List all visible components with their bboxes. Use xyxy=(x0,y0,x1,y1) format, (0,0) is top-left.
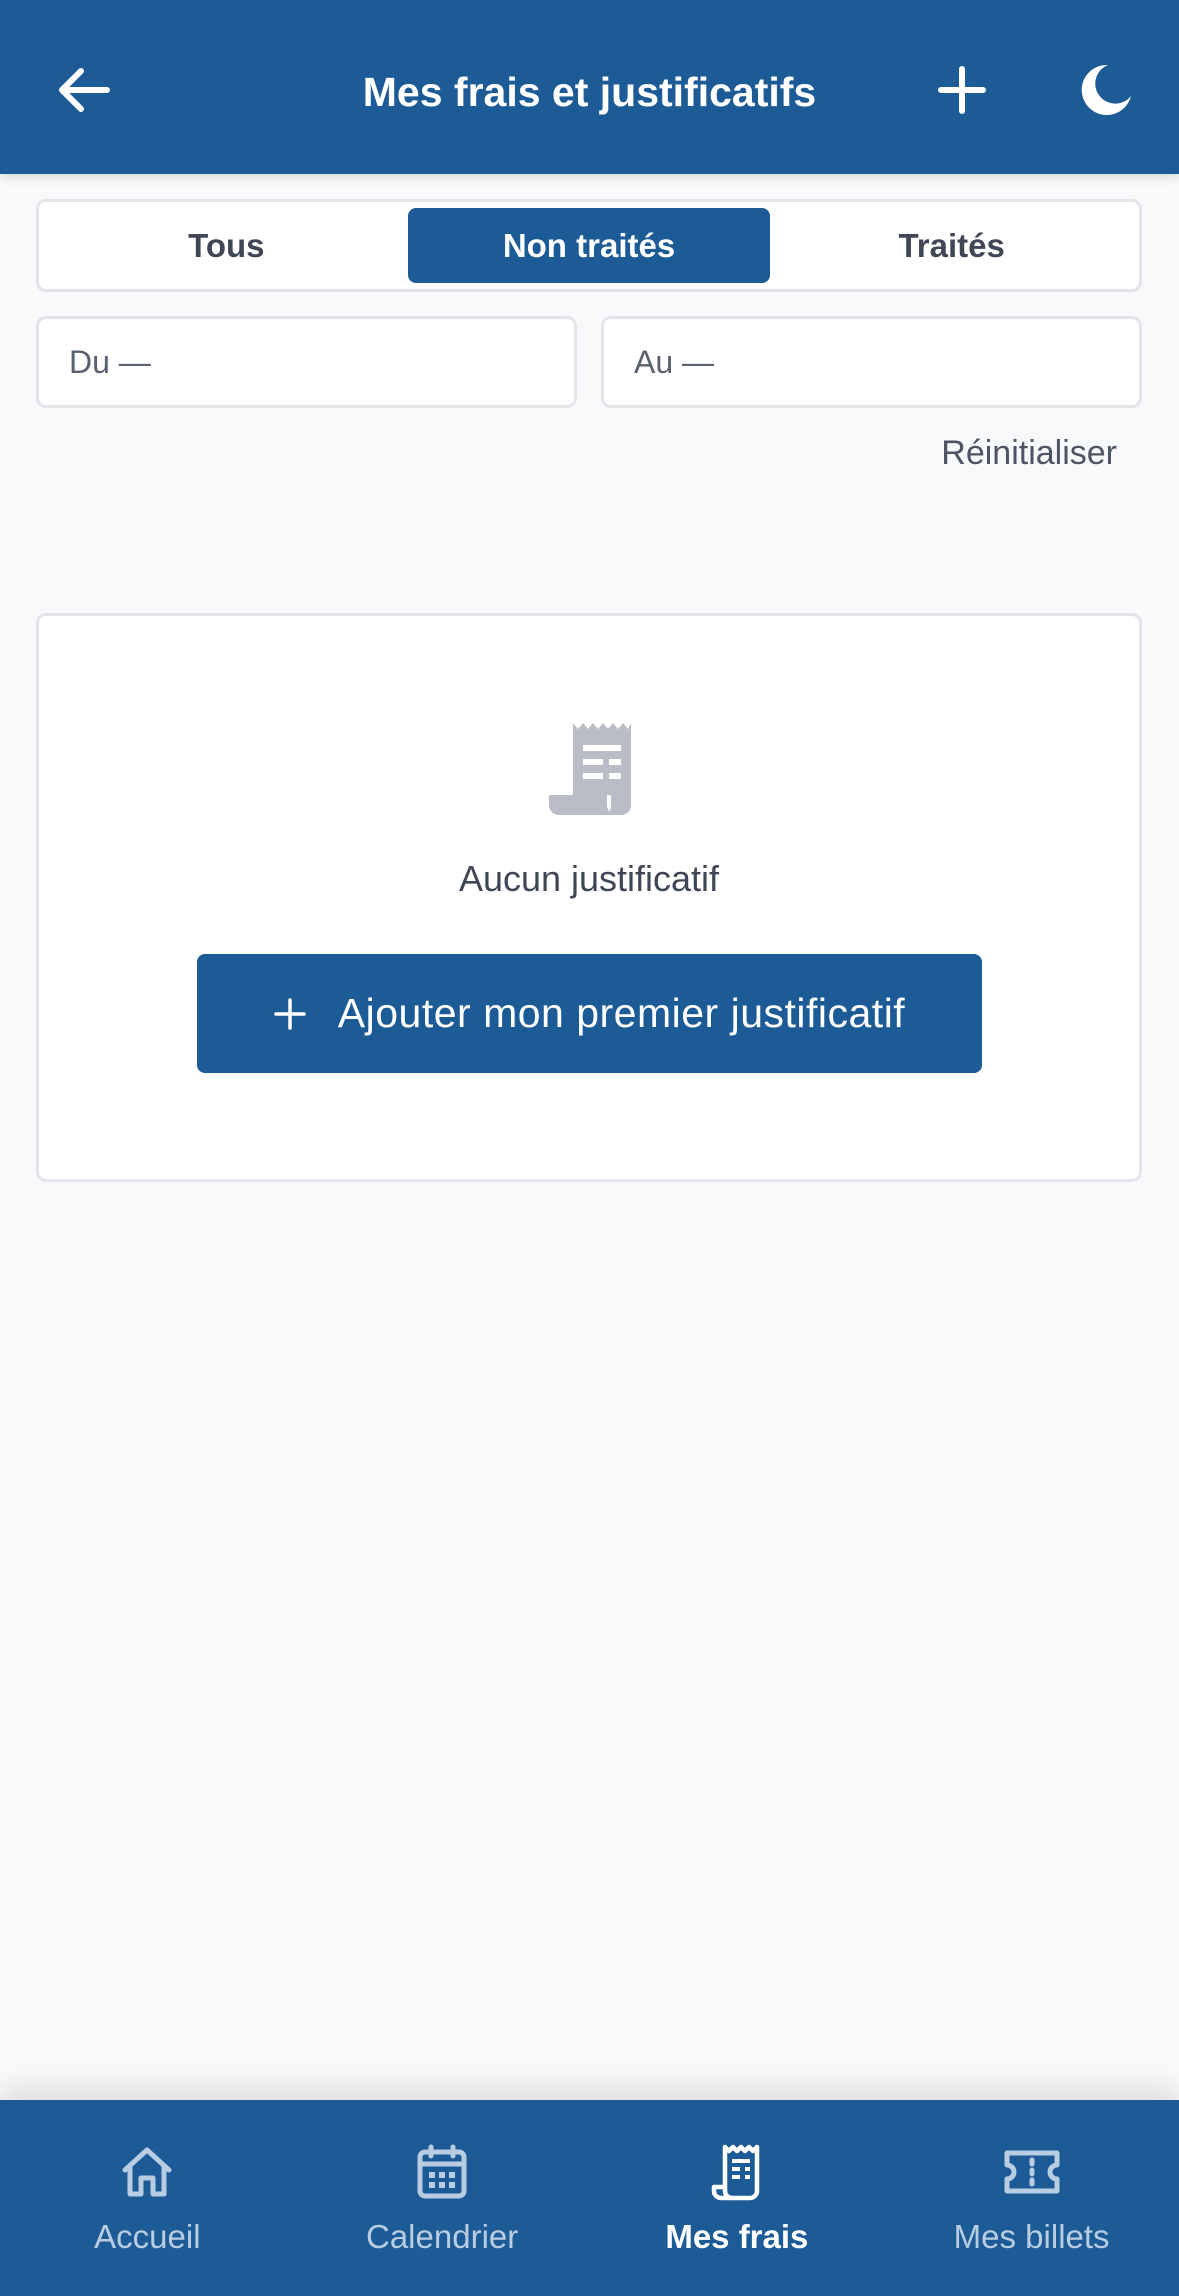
app-header: Mes frais et justificatifs xyxy=(0,0,1179,174)
theme-toggle-button[interactable] xyxy=(1074,58,1138,122)
nav-label-calendrier: Calendrier xyxy=(366,2218,519,2255)
bottom-navigation: Accueil Calendrier Mes frais Mes billets xyxy=(0,2100,1179,2296)
date-from-field[interactable]: Du — xyxy=(36,316,577,408)
nav-label-mes-billets: Mes billets xyxy=(953,2218,1110,2255)
empty-state-message: Aucun justificatif xyxy=(458,858,720,899)
receipt-icon xyxy=(707,2142,767,2202)
nav-label-accueil: Accueil xyxy=(94,2218,201,2255)
tab-tous[interactable]: Tous xyxy=(45,208,408,283)
plus-icon xyxy=(274,997,306,1030)
empty-state-card: Aucun justificatif Ajouter mon premier j… xyxy=(36,613,1142,1182)
receipt-icon xyxy=(549,723,631,815)
add-button[interactable] xyxy=(930,58,994,122)
tab-traites[interactable]: Traités xyxy=(770,208,1133,283)
calendar-icon xyxy=(412,2142,472,2202)
nav-item-calendrier[interactable]: Calendrier xyxy=(295,2100,590,2296)
tab-non-traites[interactable]: Non traités xyxy=(407,208,771,283)
reset-button[interactable]: Réinitialiser xyxy=(941,434,1117,473)
nav-item-accueil[interactable]: Accueil xyxy=(0,2100,295,2296)
page-title: Mes frais et justificatifs xyxy=(362,69,817,115)
nav-item-mes-billets[interactable]: Mes billets xyxy=(884,2100,1179,2296)
add-first-receipt-button[interactable]: Ajouter mon premier justificatif xyxy=(197,954,982,1073)
nav-item-mes-frais[interactable]: Mes frais xyxy=(590,2100,885,2296)
home-icon xyxy=(117,2142,177,2202)
ticket-icon xyxy=(1002,2142,1062,2202)
status-filter-tabs: Tous Non traités Traités xyxy=(36,199,1142,292)
date-to-field[interactable]: Au — xyxy=(601,316,1142,408)
plus-icon xyxy=(938,66,986,114)
nav-label-mes-frais: Mes frais xyxy=(665,2218,809,2255)
add-first-receipt-label: Ajouter mon premier justificatif xyxy=(337,990,906,1036)
moon-icon xyxy=(1081,64,1131,115)
